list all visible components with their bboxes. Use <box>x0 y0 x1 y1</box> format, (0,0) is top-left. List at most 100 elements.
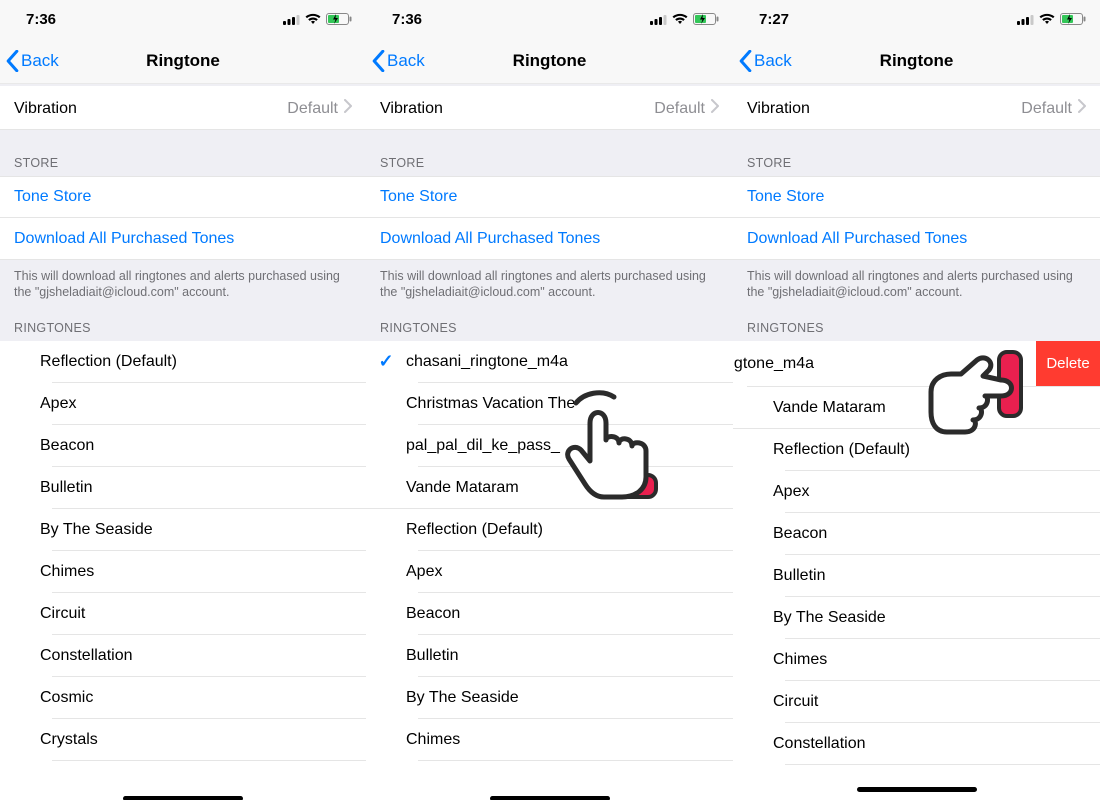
ringtone-row[interactable]: Chimes <box>0 551 366 593</box>
ringtone-row[interactable]: Crystals <box>0 719 366 761</box>
ringtone-row[interactable]: ✓chasani_ringtone_m4a <box>366 341 733 383</box>
ringtone-label: Constellation <box>40 647 366 665</box>
battery-charging-icon <box>326 13 352 25</box>
download-footer: This will download all ringtones and ale… <box>0 260 366 307</box>
ringtone-row[interactable]: Christmas Vacation The <box>366 383 733 425</box>
chevron-left-icon <box>372 50 385 72</box>
ringtone-label: asani_ringtone_m4a <box>733 355 1036 373</box>
vibration-row[interactable]: Vibration Default <box>366 88 733 130</box>
back-label: Back <box>21 51 59 71</box>
ringtone-label: Chimes <box>406 731 733 749</box>
wifi-icon <box>672 13 688 25</box>
back-button[interactable]: Back <box>739 38 792 84</box>
ringtone-label: By The Seaside <box>406 689 733 707</box>
ringtone-row[interactable]: Constellation <box>0 635 366 677</box>
ringtone-row[interactable]: Cosmic <box>0 677 366 719</box>
status-bar: 7:27 <box>733 0 1100 38</box>
ringtone-row[interactable]: Constellation <box>733 723 1100 765</box>
ringtone-row[interactable]: Circuit <box>0 593 366 635</box>
vibration-row[interactable]: Vibration Default <box>733 88 1100 130</box>
back-label: Back <box>387 51 425 71</box>
vibration-value: Default <box>654 100 705 118</box>
wifi-icon <box>305 13 321 25</box>
ringtone-label: Vande Mataram <box>773 399 1100 417</box>
tone-store-link[interactable]: Tone Store <box>733 176 1100 218</box>
wifi-icon <box>1039 13 1055 25</box>
ringtone-row[interactable]: Apex <box>0 383 366 425</box>
ringtone-row[interactable]: pal_pal_dil_ke_pass_ <box>366 425 733 467</box>
download-all-label: Download All Purchased Tones <box>380 230 600 248</box>
phone-pane-0: 7:36 Back Ringtone Vibration Default STO… <box>0 0 366 800</box>
nav-bar: Back Ringtone <box>366 38 733 84</box>
ringtone-row[interactable]: Vande Mataram <box>733 387 1100 429</box>
tone-store-link[interactable]: Tone Store <box>0 176 366 218</box>
vibration-label: Vibration <box>380 100 443 118</box>
ringtone-row[interactable]: Bulletin <box>0 467 366 509</box>
back-button[interactable]: Back <box>6 38 59 84</box>
ringtone-label: By The Seaside <box>40 521 366 539</box>
ringtone-row[interactable]: Reflection (Default) <box>733 429 1100 471</box>
vibration-row[interactable]: Vibration Default <box>0 88 366 130</box>
vibration-value: Default <box>287 100 338 118</box>
ringtone-label: Constellation <box>773 735 1100 753</box>
status-time: 7:36 <box>392 11 422 28</box>
phone-pane-1: 7:36 Back Ringtone Vibration Default STO… <box>366 0 733 800</box>
status-bar: 7:36 <box>0 0 366 38</box>
ringtone-label: Vande Mataram <box>406 479 733 497</box>
status-indicators <box>650 13 719 25</box>
back-button[interactable]: Back <box>372 38 425 84</box>
delete-button[interactable]: Delete <box>1036 341 1100 387</box>
ringtone-label: Chimes <box>40 563 366 581</box>
delete-label: Delete <box>1046 355 1089 372</box>
tone-store-link[interactable]: Tone Store <box>366 176 733 218</box>
store-header: STORE <box>366 130 733 176</box>
chevron-right-icon <box>711 99 719 118</box>
home-indicator <box>490 796 610 800</box>
ringtone-label: Reflection (Default) <box>773 441 1100 459</box>
status-time: 7:27 <box>759 11 789 28</box>
ringtone-row[interactable]: Reflection (Default) <box>366 509 733 551</box>
cellular-icon <box>650 14 667 25</box>
nav-bar: Back Ringtone <box>733 38 1100 84</box>
ringtone-row[interactable]: Vande Mataram <box>366 467 733 509</box>
ringtone-label: Circuit <box>40 605 366 623</box>
ringtone-row[interactable]: Bulletin <box>733 555 1100 597</box>
ringtone-row[interactable]: Apex <box>733 471 1100 513</box>
status-bar: 7:36 <box>366 0 733 38</box>
download-all-link[interactable]: Download All Purchased Tones <box>366 218 733 260</box>
ringtone-label: Christmas Vacation The <box>406 395 733 413</box>
home-indicator <box>857 787 977 792</box>
ringtone-row[interactable]: Beacon <box>0 425 366 467</box>
ringtone-row[interactable]: By The Seaside <box>733 597 1100 639</box>
ringtone-row[interactable]: By The Seaside <box>366 677 733 719</box>
ringtone-row[interactable]: Chimes <box>733 639 1100 681</box>
vibration-label: Vibration <box>14 100 77 118</box>
status-indicators <box>283 13 352 25</box>
ringtone-label: Beacon <box>406 605 733 623</box>
ringtone-row[interactable]: By The Seaside <box>0 509 366 551</box>
download-footer: This will download all ringtones and ale… <box>733 260 1100 307</box>
chevron-left-icon <box>739 50 752 72</box>
ringtone-row[interactable]: Bulletin <box>366 635 733 677</box>
ringtone-row[interactable]: Circuit <box>733 681 1100 723</box>
download-all-link[interactable]: Download All Purchased Tones <box>0 218 366 260</box>
download-all-label: Download All Purchased Tones <box>14 230 234 248</box>
ringtone-label: Reflection (Default) <box>40 353 366 371</box>
ringtone-row[interactable]: Beacon <box>733 513 1100 555</box>
tone-store-label: Tone Store <box>747 188 824 206</box>
ringtone-row[interactable]: Apex <box>366 551 733 593</box>
ringtone-row-swiped[interactable]: asani_ringtone_m4a Delete <box>733 341 1100 387</box>
vibration-value: Default <box>1021 100 1072 118</box>
ringtone-row[interactable]: Chimes <box>366 719 733 761</box>
battery-charging-icon <box>1060 13 1086 25</box>
tone-store-label: Tone Store <box>14 188 91 206</box>
ringtone-row[interactable]: Beacon <box>366 593 733 635</box>
download-all-label: Download All Purchased Tones <box>747 230 967 248</box>
ringtone-label: Apex <box>406 563 733 581</box>
ringtone-label: Apex <box>40 395 366 413</box>
phone-pane-2: 7:27 Back Ringtone Vibration Default STO… <box>733 0 1100 800</box>
ringtone-label: Bulletin <box>406 647 733 665</box>
home-indicator <box>123 796 243 800</box>
download-all-link[interactable]: Download All Purchased Tones <box>733 218 1100 260</box>
ringtone-row[interactable]: Reflection (Default) <box>0 341 366 383</box>
